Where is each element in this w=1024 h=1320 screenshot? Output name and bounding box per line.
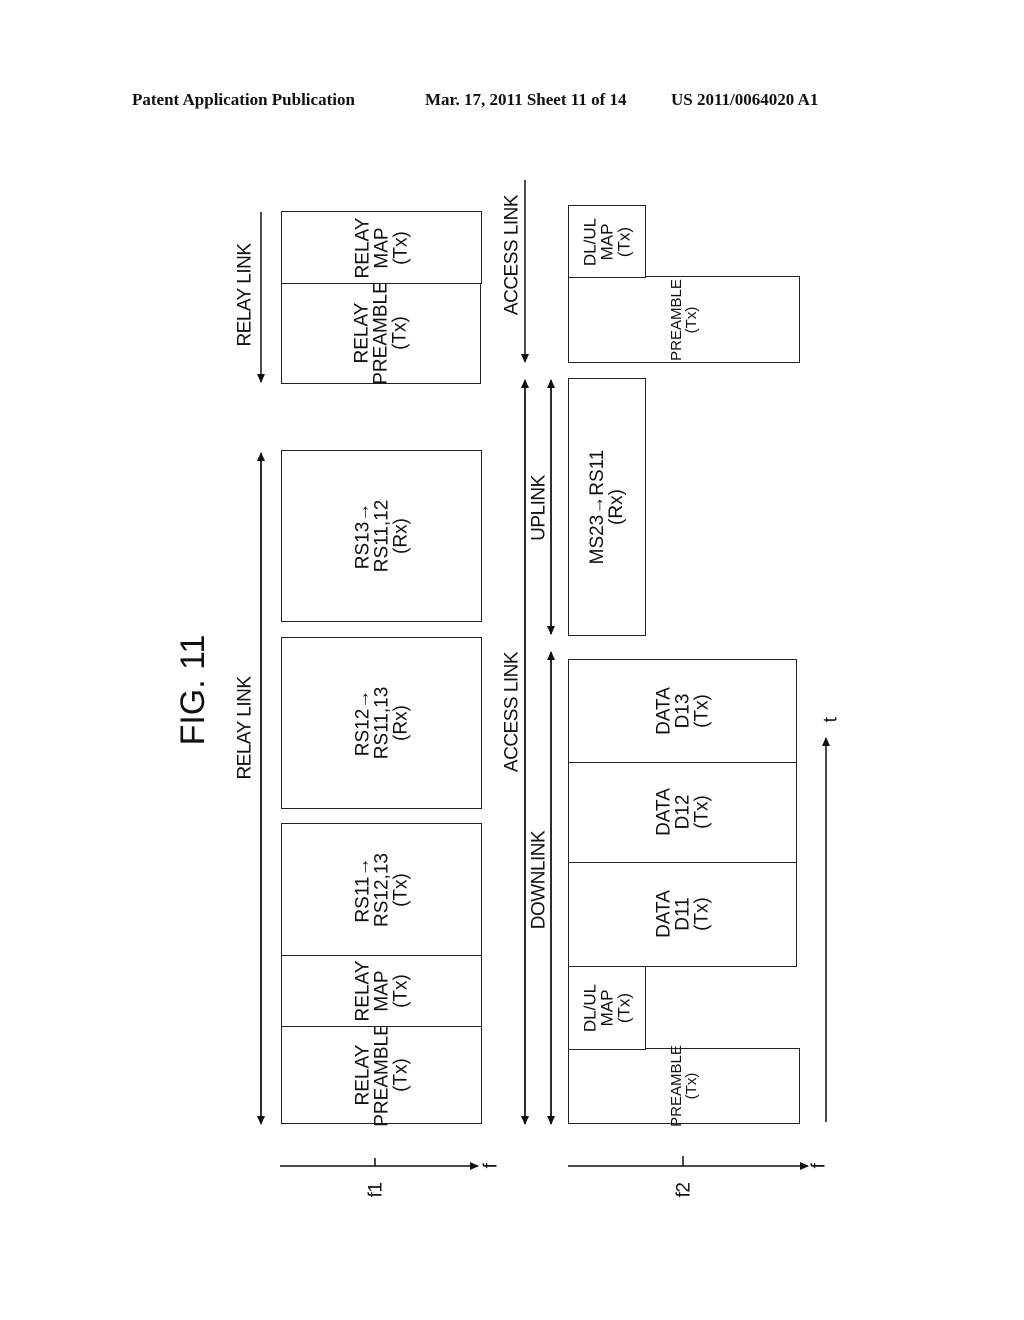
relay-map-block: RELAY MAP (Tx) <box>281 954 482 1027</box>
access-link-label-main: ACCESS LINK <box>501 651 523 773</box>
relay-link-label-main: RELAY LINK <box>234 676 256 780</box>
block-label: RELAY MAP (Tx) <box>352 960 411 1021</box>
f1-axis-label: f <box>480 1163 502 1169</box>
block-label: PREAMBLE (Tx) <box>668 1045 700 1127</box>
rs13-rx-block: RS13→ RS11,12 (Rx) <box>281 450 482 622</box>
data-d13-block: DATA D13 (Tx) <box>568 659 797 763</box>
dl-ul-map-block-next: DL/UL MAP (Tx) <box>568 205 646 278</box>
figure-title: FIG. 11 <box>174 634 212 746</box>
downlink-label: DOWNLINK <box>528 830 550 930</box>
time-axis-label: t <box>820 717 842 723</box>
block-label: DL/UL MAP (Tx) <box>580 217 634 266</box>
preamble-block: PREAMBLE (Tx) <box>568 1045 800 1127</box>
f2-axis-label: f <box>808 1163 830 1169</box>
block-label: RELAY PREAMBLE (Tx) <box>351 281 411 385</box>
data-d12-block: DATA D12 (Tx) <box>568 761 797 863</box>
block-label: PREAMBLE (Tx) <box>668 278 700 361</box>
rs12-rx-block: RS12→ RS11,13 (Rx) <box>281 637 482 809</box>
block-label: DL/UL MAP (Tx) <box>580 983 634 1032</box>
relay-preamble-block-next: RELAY PREAMBLE (Tx) <box>281 281 481 385</box>
uplink-label: UPLINK <box>528 475 550 541</box>
ms23-rx-block: MS23→RS11 (Rx) <box>568 378 646 636</box>
relay-link-label-top: RELAY LINK <box>234 243 256 347</box>
block-label: DATA D11 (Tx) <box>653 890 712 938</box>
block-label: RS12→ RS11,13 (Rx) <box>352 686 411 760</box>
block-label: DATA D13 (Tx) <box>653 687 712 735</box>
relay-map-block-next: RELAY MAP (Tx) <box>281 211 482 284</box>
relay-preamble-block: RELAY PREAMBLE (Tx) <box>281 1022 482 1127</box>
rs11-tx-block: RS11→ RS12,13 (Tx) <box>281 823 482 956</box>
block-label: DATA D12 (Tx) <box>653 788 712 836</box>
f1-label: f1 <box>365 1182 387 1198</box>
block-label: RS13→ RS11,12 (Rx) <box>352 499 411 573</box>
block-label: MS23→RS11 (Rx) <box>587 449 627 565</box>
preamble-block-next: PREAMBLE (Tx) <box>568 276 800 363</box>
block-label: RS11→ RS12,13 (Tx) <box>352 852 411 927</box>
block-label: RELAY PREAMBLE (Tx) <box>352 1022 411 1127</box>
block-label: RELAY MAP (Tx) <box>352 217 411 278</box>
f2-label: f2 <box>673 1182 695 1198</box>
dl-ul-map-block: DL/UL MAP (Tx) <box>568 965 646 1050</box>
data-d11-block: DATA D11 (Tx) <box>568 861 797 967</box>
access-link-label-top: ACCESS LINK <box>501 194 523 316</box>
